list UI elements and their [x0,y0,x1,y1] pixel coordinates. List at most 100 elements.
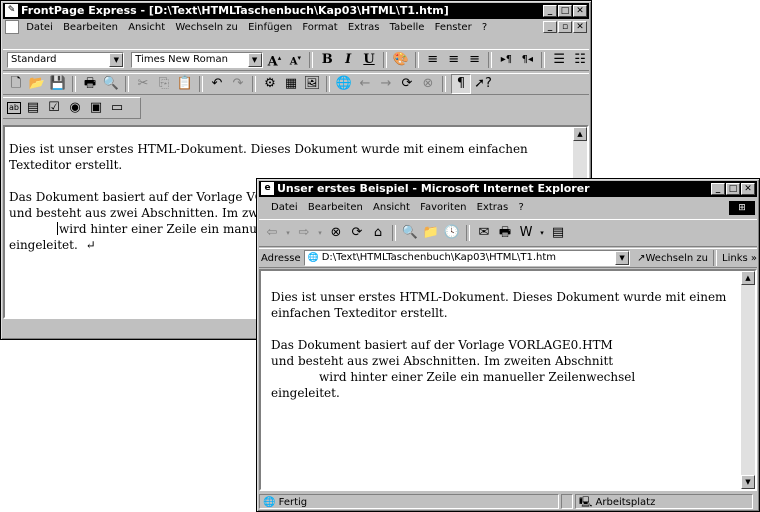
indent-rtl-icon[interactable]: ¶◂ [518,51,536,69]
dropdown-menu-icon[interactable]: ▣ [87,99,105,117]
links-button[interactable]: Links » [722,253,757,264]
bullet-list-icon[interactable]: ☷ [571,51,589,69]
close-button[interactable]: ✕ [573,5,587,17]
menu-datei[interactable]: Datei [26,22,53,33]
doc-restore-button[interactable]: ▫ [558,21,572,33]
menu-favoriten[interactable]: Favoriten [420,202,466,213]
stop-icon[interactable]: ⊗ [419,75,437,93]
text-color-icon[interactable]: 🎨 [392,51,410,69]
menu-ansicht[interactable]: Ansicht [373,202,410,213]
chevron-down-icon[interactable]: ▾ [284,224,292,242]
increase-font-icon[interactable]: A▴ [266,50,284,70]
chevron-down-icon[interactable]: ▼ [247,53,262,67]
menu-wechseln-zu[interactable]: Wechseln zu [175,22,238,33]
image-icon[interactable]: 🖼 [303,75,321,93]
frontpage-titlebar[interactable]: ✎ FrontPage Express - [D:\Text\HTMLTasche… [3,3,589,19]
print-icon[interactable]: 🖶 [496,224,514,242]
radio-button-icon[interactable]: ◉ [66,99,84,117]
doc-minimize-button[interactable]: _ [543,21,557,33]
menu-datei[interactable]: Datei [271,202,298,213]
menu-extras[interactable]: Extras [477,202,509,213]
print-preview-icon[interactable]: 🔍 [102,75,120,93]
menu-help[interactable]: ? [482,22,487,33]
ie-titlebar[interactable]: e Unser erstes Beispiel - Microsoft Inter… [259,181,757,197]
menu-einfuegen[interactable]: Einfügen [248,22,292,33]
favorites-icon[interactable]: 📁 [422,224,440,242]
discuss-icon[interactable]: ▤ [549,224,567,242]
print-icon[interactable]: 🖶 [81,75,99,93]
maximize-button[interactable]: □ [558,5,572,17]
open-file-icon[interactable]: 📂 [28,75,46,93]
ie-vertical-scrollbar[interactable]: ▲ ▼ [741,271,755,489]
help-pointer-icon[interactable]: ➚? [474,75,492,93]
mail-icon[interactable]: ✉ [475,224,493,242]
push-button-icon[interactable]: ▭ [108,99,126,117]
underline-icon[interactable]: U [360,51,378,69]
table-icon[interactable]: ▦ [282,75,300,93]
editor-paragraph-1: Dies ist unser erstes HTML-Dokument. Die… [9,142,528,172]
menu-help[interactable]: ? [518,202,523,213]
textbox-icon[interactable]: ab [7,102,21,114]
scroll-up-arrow-icon[interactable]: ▲ [573,127,587,141]
chevron-down-icon[interactable]: ▼ [615,251,630,265]
paste-icon[interactable]: 📋 [176,75,194,93]
menu-bearbeiten[interactable]: Bearbeiten [308,202,363,213]
maximize-button[interactable]: □ [726,183,740,195]
hyperlink-icon[interactable]: 🌐 [335,75,353,93]
align-right-icon[interactable]: ≡ [466,51,484,69]
decrease-font-icon[interactable]: A▾ [286,50,304,70]
home-icon[interactable]: ⌂ [369,224,387,242]
chevron-down-icon[interactable]: ▾ [538,224,546,242]
forward-arrow-icon[interactable]: → [377,75,395,93]
cut-icon[interactable]: ✂ [134,75,152,93]
close-button[interactable]: ✕ [741,183,755,195]
search-icon[interactable]: 🔍 [401,224,419,242]
forward-arrow-icon[interactable]: ⇨ [295,224,313,242]
redo-icon[interactable]: ↷ [229,75,247,93]
menu-extras[interactable]: Extras [348,22,380,33]
frontpage-menubar: Datei Bearbeiten Ansicht Wechseln zu Ein… [3,20,589,36]
chevron-down-icon[interactable]: ▾ [316,224,324,242]
menu-bearbeiten[interactable]: Bearbeiten [63,22,118,33]
scroll-down-arrow-icon[interactable]: ▼ [741,475,755,489]
go-button[interactable]: ↗Wechseln zu [637,253,708,264]
new-file-icon[interactable]: 🗋 [7,75,25,93]
copy-icon[interactable]: ⎘ [155,75,173,93]
checkbox-icon[interactable]: ☑ [45,99,63,117]
ie-menubar: Datei Bearbeiten Ansicht Favoriten Extra… [259,200,757,216]
italic-icon[interactable]: I [339,51,357,69]
chevron-down-icon[interactable]: ▼ [109,53,124,67]
ie-p2-line3: wird hinter einer Zeile ein manueller Ze… [319,370,636,384]
history-icon[interactable]: 🕓 [443,224,461,242]
show-paragraph-marks-icon[interactable]: ¶ [451,74,471,94]
numbered-list-icon[interactable]: ☰ [550,51,568,69]
format-toolbar: Standard ▼ Times New Roman ▼ A▴ A▾ B I U… [3,49,589,71]
back-arrow-icon[interactable]: ← [356,75,374,93]
scrolling-textbox-icon[interactable]: ▤ [24,99,42,117]
ie-content-area[interactable]: Dies ist unser erstes HTML-Dokument. Die… [259,269,757,491]
menu-tabelle[interactable]: Tabelle [390,22,425,33]
doc-close-button[interactable]: ✕ [573,21,587,33]
edit-word-icon[interactable]: W [517,224,535,242]
undo-icon[interactable]: ↶ [208,75,226,93]
minimize-button[interactable]: _ [711,183,725,195]
ie-p2-line2: und besteht aus zwei Abschnitten. Im zwe… [271,354,614,368]
menu-fenster[interactable]: Fenster [435,22,472,33]
address-input[interactable]: 🌐 D:\Text\HTMLTaschenbuch\Kap03\HTML\T1.… [303,250,631,266]
save-icon[interactable]: 💾 [49,75,67,93]
scroll-up-arrow-icon[interactable]: ▲ [741,271,755,285]
align-left-icon[interactable]: ≡ [424,51,442,69]
stop-icon[interactable]: ⊗ [327,224,345,242]
align-center-icon[interactable]: ≡ [445,51,463,69]
minimize-button[interactable]: _ [543,5,557,17]
bold-icon[interactable]: B [318,51,336,69]
menu-ansicht[interactable]: Ansicht [128,22,165,33]
menu-format[interactable]: Format [302,22,337,33]
webbot-icon[interactable]: ⚙ [261,75,279,93]
back-arrow-icon[interactable]: ⇦ [263,224,281,242]
refresh-icon[interactable]: ⟳ [348,224,366,242]
style-select[interactable]: Standard ▼ [7,52,125,68]
refresh-icon[interactable]: ⟳ [398,75,416,93]
indent-ltr-icon[interactable]: ▸¶ [497,51,515,69]
font-select[interactable]: Times New Roman ▼ [131,52,263,68]
